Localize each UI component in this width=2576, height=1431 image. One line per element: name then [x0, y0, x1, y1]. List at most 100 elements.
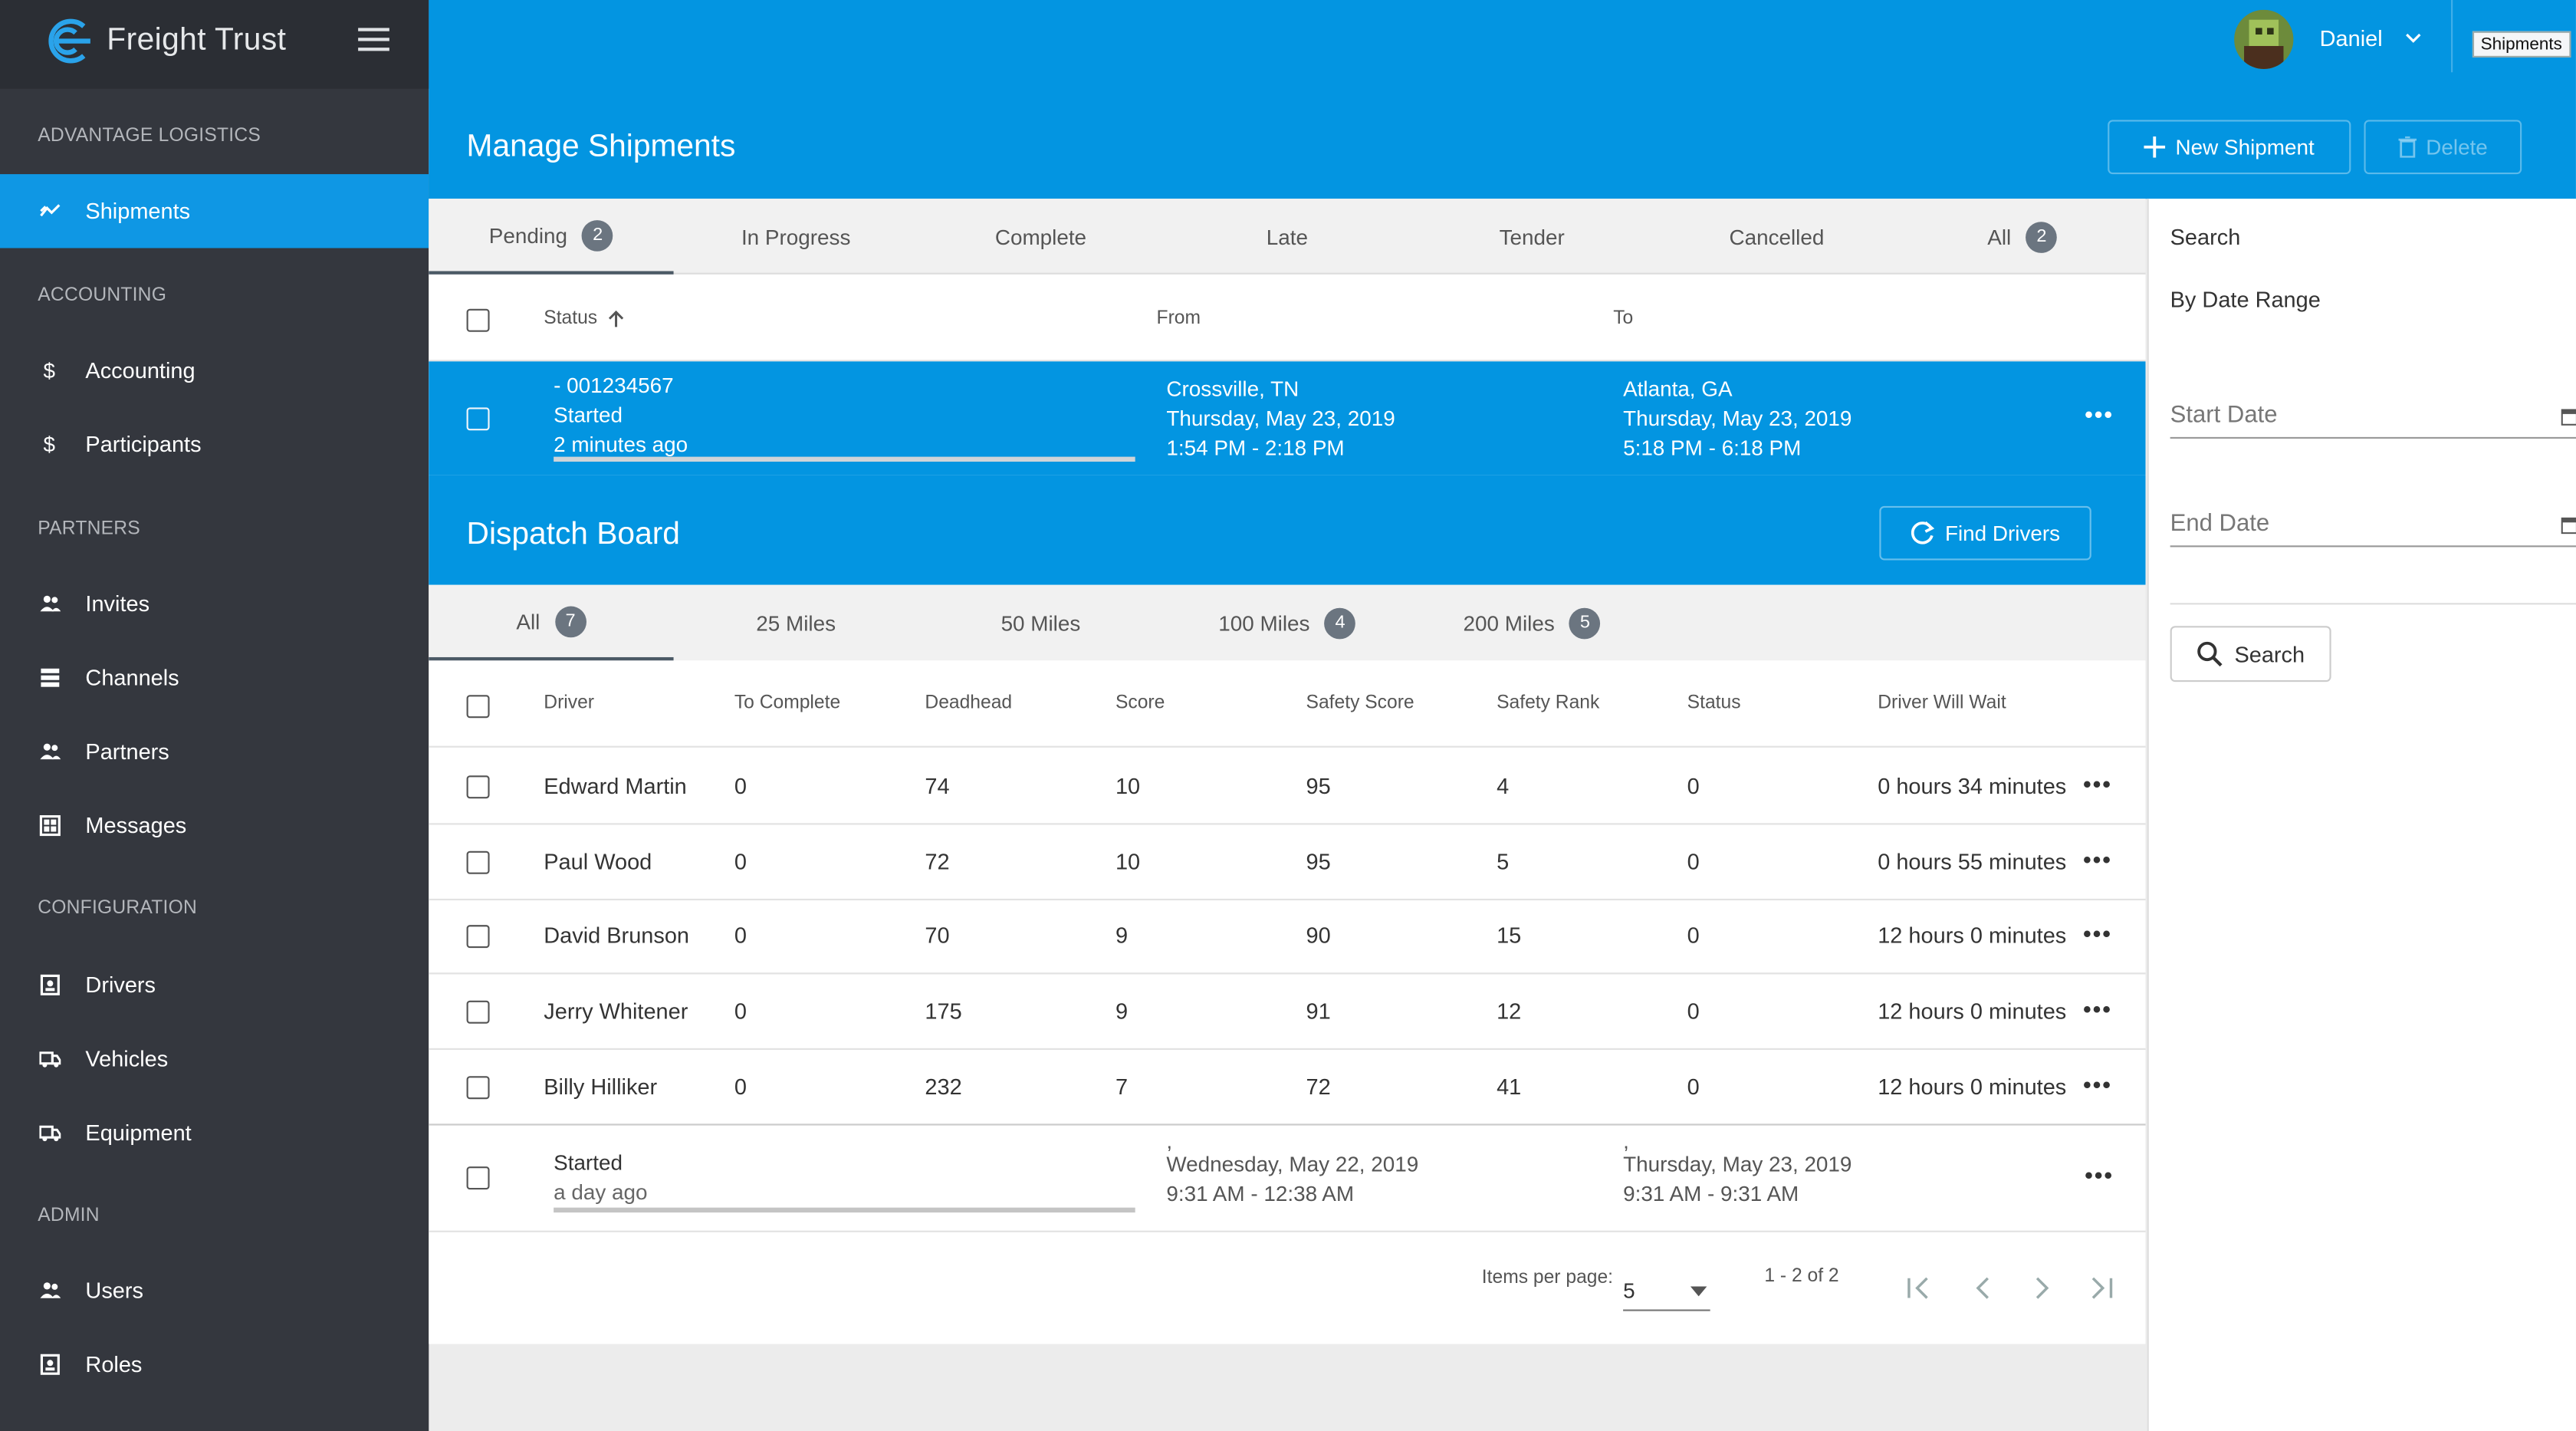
plus-icon — [2144, 136, 2166, 158]
safety-rank: 15 — [1497, 923, 1522, 949]
driver-row[interactable]: Jerry Whitener 0 175 9 91 12 0 12 hours 0 minut… — [429, 975, 2146, 1051]
new-shipment-button[interactable]: New Shipment — [2108, 120, 2351, 175]
to-complete: 0 — [734, 998, 747, 1024]
hamburger-icon[interactable] — [358, 28, 389, 51]
score: 10 — [1115, 848, 1141, 874]
start-date-field[interactable]: Start Date — [2170, 390, 2576, 439]
row-checkbox[interactable] — [466, 1075, 490, 1099]
search-button[interactable]: Search — [2170, 626, 2331, 683]
tab-50-miles[interactable]: 50 Miles — [918, 585, 1163, 661]
tab-pending[interactable]: Pending 2 — [429, 199, 674, 275]
more-icon[interactable]: ••• — [2083, 846, 2112, 872]
tab-cancelled[interactable]: Cancelled — [1654, 199, 1899, 275]
shipment-status: Started — [554, 1150, 623, 1175]
sidebar-item-channels[interactable]: Channels — [0, 641, 429, 715]
row-checkbox[interactable] — [466, 926, 490, 949]
deadhead: 70 — [925, 923, 950, 949]
more-icon[interactable]: ••• — [2083, 1071, 2112, 1097]
safety-score: 95 — [1306, 774, 1331, 799]
tab-late[interactable]: Late — [1165, 199, 1409, 275]
sidebar-item-drivers[interactable]: Drivers — [0, 948, 429, 1021]
to-cell: , Thursday, May 23, 2019 9:31 AM - 9:31 … — [1623, 1130, 1852, 1209]
deadhead: 72 — [925, 848, 950, 874]
find-drivers-button[interactable]: Find Drivers — [1879, 505, 2091, 561]
sidebar-item-roles[interactable]: Roles — [0, 1327, 429, 1401]
tab-all[interactable]: All 2 — [1899, 199, 2145, 275]
find-drivers-label: Find Drivers — [1944, 521, 2061, 546]
sidebar-item-messages[interactable]: Messages — [0, 788, 429, 862]
tab-label: 25 Miles — [756, 610, 836, 636]
score: 9 — [1115, 923, 1129, 949]
row-checkbox[interactable] — [466, 1166, 490, 1190]
more-icon[interactable]: ••• — [2085, 1162, 2114, 1188]
status-header[interactable]: Status — [544, 276, 625, 360]
per-page-value: 5 — [1623, 1278, 1635, 1303]
dollar-icon: $ — [43, 432, 56, 457]
sidebar-item-participants[interactable]: $ Participants — [0, 407, 429, 481]
dispatch-tabs: All 7 25 Miles 50 Miles 100 Miles 4 200 … — [429, 584, 2146, 661]
select-all-drivers-checkbox[interactable] — [466, 695, 490, 719]
row-checkbox[interactable] — [466, 1000, 490, 1024]
safety-rank: 5 — [1497, 848, 1510, 874]
tab-200-miles[interactable]: 200 Miles 5 — [1410, 585, 1654, 661]
sidebar-item-equipment[interactable]: Equipment — [0, 1096, 429, 1169]
row-checkbox[interactable] — [466, 850, 490, 874]
first-page-icon[interactable] — [1906, 1275, 1932, 1301]
col-score: Score — [1115, 693, 1165, 713]
sidebar-item-accounting[interactable]: $ Accounting — [0, 334, 429, 407]
tab-complete[interactable]: Complete — [918, 199, 1163, 275]
people-icon — [0, 1280, 85, 1301]
driver-row[interactable]: Billy Hilliker 0 232 7 72 41 0 12 hours 0 minut… — [429, 1050, 2146, 1126]
driver-name: Edward Martin — [544, 774, 687, 799]
col-status: Status — [1687, 693, 1741, 713]
truck-icon — [0, 1122, 85, 1143]
row-checkbox[interactable] — [466, 775, 490, 799]
driver-will-wait: 12 hours 0 minutes — [1878, 1074, 2067, 1099]
row-checkbox[interactable] — [466, 407, 490, 431]
driver-name: Jerry Whitener — [544, 998, 688, 1024]
tab-label: 100 Miles — [1218, 610, 1310, 636]
avatar[interactable] — [2234, 9, 2294, 69]
sidebar-section-accounting: ACCOUNTING — [38, 285, 167, 306]
freight-trust-logo[interactable] — [39, 16, 92, 65]
tab-tender[interactable]: Tender — [1410, 199, 1654, 275]
delete-button[interactable]: Delete — [2364, 120, 2522, 175]
driver-will-wait: 12 hours 0 minutes — [1878, 923, 2067, 949]
next-page-icon[interactable] — [2029, 1275, 2055, 1301]
from-time: 1:54 PM - 2:18 PM — [1166, 435, 1345, 460]
driver-row[interactable]: Paul Wood 0 72 10 95 5 0 0 hours 55 minutes ••• — [429, 824, 2146, 900]
sidebar-item-vehicles[interactable]: Vehicles — [0, 1022, 429, 1096]
last-page-icon[interactable] — [2088, 1275, 2114, 1301]
tab-label: All — [1987, 224, 2012, 249]
more-icon[interactable]: ••• — [2085, 401, 2114, 427]
more-icon[interactable]: ••• — [2083, 995, 2112, 1021]
shipment-row[interactable]: Started a day ago , Wednesday, May 22, 2… — [429, 1123, 2146, 1232]
end-date-field[interactable]: End Date — [2170, 498, 2576, 548]
tab-in-progress[interactable]: In Progress — [674, 199, 918, 275]
user-name[interactable]: Daniel — [2320, 26, 2383, 51]
tab-25-miles[interactable]: 25 Miles — [674, 585, 918, 661]
safety-rank: 12 — [1497, 998, 1522, 1024]
sidebar-item-partners[interactable]: Partners — [0, 715, 429, 788]
more-icon[interactable]: ••• — [2083, 921, 2112, 947]
sidebar-item-users[interactable]: Users — [0, 1254, 429, 1327]
chevron-down-icon[interactable] — [2405, 31, 2421, 44]
driver-row[interactable]: David Brunson 0 70 9 90 15 0 12 hours 0 minutes… — [429, 900, 2146, 975]
to-date: Thursday, May 23, 2019 — [1623, 406, 1852, 431]
calendar-icon[interactable] — [2561, 407, 2576, 426]
shipment-row[interactable]: - 001234567 Started 2 minutes ago Crossv… — [429, 361, 2146, 475]
select-all-checkbox[interactable] — [466, 308, 490, 332]
prev-page-icon[interactable] — [1970, 1275, 1996, 1301]
driver-row[interactable]: Edward Martin 0 74 10 95 4 0 0 hours 34 minutes… — [429, 749, 2146, 825]
tab-100-miles[interactable]: 100 Miles 4 — [1165, 585, 1409, 661]
sidebar-item-shipments[interactable]: Shipments — [0, 174, 429, 248]
tab-dispatch-all[interactable]: All 7 — [429, 585, 674, 661]
calendar-icon[interactable] — [2561, 516, 2576, 535]
shipment-tabs: Pending 2 In Progress Complete Late Tend… — [429, 199, 2146, 275]
score: 9 — [1115, 998, 1129, 1024]
more-icon[interactable]: ••• — [2083, 771, 2112, 797]
score: 10 — [1115, 774, 1141, 799]
sidebar-item-invites[interactable]: Invites — [0, 567, 429, 640]
items-per-page-select[interactable]: 5 — [1623, 1265, 1710, 1311]
count-badge: 2 — [2026, 221, 2058, 252]
